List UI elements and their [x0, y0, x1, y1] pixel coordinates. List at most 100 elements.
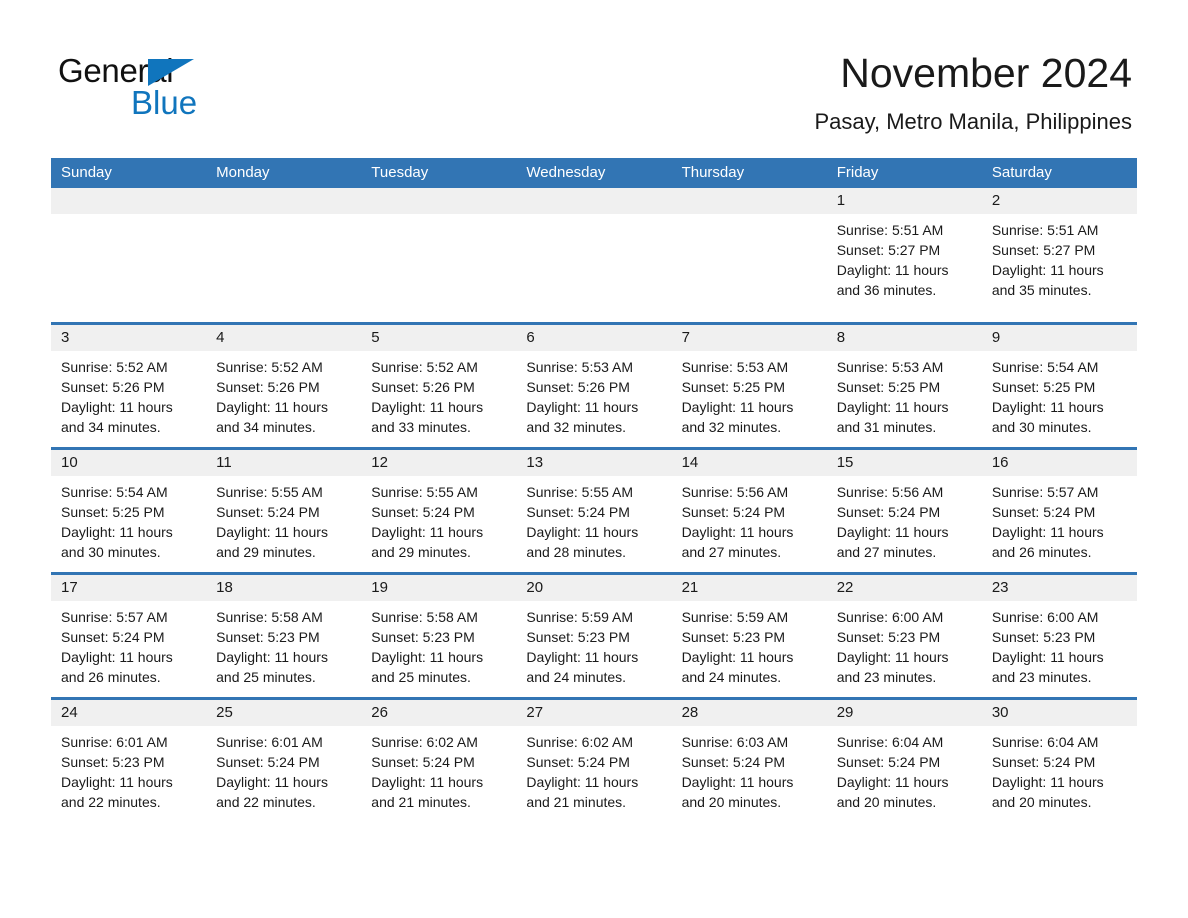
day-number: 2 — [981, 188, 1137, 214]
day-cell[interactable]: 25 Sunrise: 6:01 AM Sunset: 5:24 PM Dayligh… — [206, 700, 362, 822]
daylight-duration-line-2: and 23 minutes. — [991, 669, 1092, 685]
day-cell[interactable]: 1 Sunrise: 5:51 AM Sunset: 5:27 PM Daylight… — [826, 188, 982, 322]
day-number — [206, 188, 362, 214]
sunset-time: Sunset: 5:24 PM — [526, 504, 630, 520]
day-details: Sunrise: 5:58 AM Sunset: 5:23 PM Daylight:… — [206, 601, 361, 697]
day-cell[interactable]: 18 Sunrise: 5:58 AM Sunset: 5:23 PM Dayligh… — [206, 575, 362, 697]
daylight-duration-line-2: and 28 minutes. — [526, 544, 627, 560]
daylight-duration-line-2: and 30 minutes. — [991, 419, 1092, 435]
daylight-duration-line-1: Daylight: 11 hours — [991, 774, 1104, 790]
day-cell[interactable]: 12 Sunrise: 5:55 AM Sunset: 5:24 PM Dayligh… — [361, 450, 517, 572]
day-cell[interactable]: 13 Sunrise: 5:55 AM Sunset: 5:24 PM Dayligh… — [516, 450, 672, 572]
day-number — [516, 188, 672, 214]
day-number: 8 — [826, 325, 982, 351]
daylight-duration-line-1: Daylight: 11 hours — [681, 774, 794, 790]
daylight-duration-line-2: and 25 minutes. — [216, 669, 316, 685]
daylight-duration-line-2: and 20 minutes. — [836, 794, 937, 810]
day-details: Sunrise: 6:04 AM Sunset: 5:24 PM Daylight:… — [827, 726, 982, 822]
calendar-weeks: 1 Sunrise: 5:51 AM Sunset: 5:27 PM Daylight… — [51, 188, 1137, 822]
day-number: 9 — [981, 325, 1137, 351]
day-cell[interactable]: 17 Sunrise: 5:57 AM Sunset: 5:24 PM Dayligh… — [51, 575, 207, 697]
day-cell[interactable]: 10 Sunrise: 5:54 AM Sunset: 5:25 PM Dayligh… — [51, 450, 207, 572]
daylight-duration-line-1: Daylight: 11 hours — [991, 649, 1104, 665]
day-cell[interactable]: 3 Sunrise: 5:52 AM Sunset: 5:26 PM Daylight… — [51, 325, 207, 447]
day-cell[interactable]: 11 Sunrise: 5:55 AM Sunset: 5:24 PM Dayligh… — [206, 450, 362, 572]
day-cell[interactable]: 23 Sunrise: 6:00 AM Sunset: 5:23 PM Dayligh… — [981, 575, 1137, 697]
sunset-time: Sunset: 5:24 PM — [216, 504, 320, 520]
day-cell-empty — [51, 188, 207, 322]
sunset-time: Sunset: 5:26 PM — [371, 379, 475, 395]
location-subtitle: Pasay, Metro Manila, Philippines — [814, 109, 1132, 134]
day-cell[interactable]: 9 Sunrise: 5:54 AM Sunset: 5:25 PM Daylight… — [981, 325, 1137, 447]
daylight-duration-line-2: and 20 minutes. — [681, 794, 782, 810]
day-cell[interactable]: 24 Sunrise: 6:01 AM Sunset: 5:23 PM Dayligh… — [51, 700, 207, 822]
day-cell[interactable]: 20 Sunrise: 5:59 AM Sunset: 5:23 PM Dayligh… — [516, 575, 672, 697]
calendar-week-row: 1 Sunrise: 5:51 AM Sunset: 5:27 PM Daylight… — [51, 188, 1137, 322]
sunset-time: Sunset: 5:23 PM — [526, 629, 630, 645]
daylight-duration-line-1: Daylight: 11 hours — [61, 649, 173, 665]
sunrise-time: Sunrise: 5:55 AM — [526, 484, 634, 500]
daylight-duration-line-1: Daylight: 11 hours — [526, 649, 639, 665]
day-number: 27 — [516, 700, 672, 726]
daylight-duration-line-2: and 29 minutes. — [216, 544, 316, 560]
daylight-duration-line-1: Daylight: 11 hours — [836, 524, 949, 540]
day-cell[interactable]: 2 Sunrise: 5:51 AM Sunset: 5:27 PM Daylight… — [981, 188, 1137, 322]
daylight-duration-line-2: and 36 minutes. — [836, 282, 937, 298]
daylight-duration-line-1: Daylight: 11 hours — [836, 774, 949, 790]
day-cell[interactable]: 29 Sunrise: 6:04 AM Sunset: 5:24 PM Dayligh… — [826, 700, 982, 822]
day-cell[interactable]: 22 Sunrise: 6:00 AM Sunset: 5:23 PM Dayligh… — [826, 575, 982, 697]
general-blue-logo[interactable]: General Blue — [58, 52, 358, 122]
day-details: Sunrise: 5:55 AM Sunset: 5:24 PM Daylight:… — [361, 476, 516, 572]
day-number — [671, 188, 827, 214]
sunset-time: Sunset: 5:23 PM — [216, 629, 320, 645]
day-details: Sunrise: 5:54 AM Sunset: 5:25 PM Daylight:… — [51, 476, 206, 572]
daylight-duration-line-1: Daylight: 11 hours — [836, 399, 949, 415]
sunset-time: Sunset: 5:24 PM — [216, 754, 320, 770]
day-cell[interactable]: 26 Sunrise: 6:02 AM Sunset: 5:24 PM Dayligh… — [361, 700, 517, 822]
day-details: Sunrise: 5:51 AM Sunset: 5:27 PM Daylight:… — [982, 214, 1137, 322]
day-number: 28 — [671, 700, 827, 726]
day-number: 7 — [671, 325, 827, 351]
day-cell[interactable]: 7 Sunrise: 5:53 AM Sunset: 5:25 PM Daylight… — [671, 325, 827, 447]
sunset-time: Sunset: 5:24 PM — [836, 754, 941, 770]
daylight-duration-line-2: and 31 minutes. — [836, 419, 937, 435]
day-details: Sunrise: 6:02 AM Sunset: 5:24 PM Daylight:… — [361, 726, 516, 822]
sunrise-time: Sunrise: 5:54 AM — [61, 484, 168, 500]
day-cell[interactable]: 4 Sunrise: 5:52 AM Sunset: 5:26 PM Daylight… — [206, 325, 362, 447]
sunrise-time: Sunrise: 5:55 AM — [216, 484, 323, 500]
day-details: Sunrise: 6:00 AM Sunset: 5:23 PM Daylight:… — [982, 601, 1137, 697]
sunrise-time: Sunrise: 6:00 AM — [836, 609, 944, 625]
day-cell[interactable]: 8 Sunrise: 5:53 AM Sunset: 5:25 PM Daylight… — [826, 325, 982, 447]
day-details — [672, 214, 827, 322]
day-cell[interactable]: 27 Sunrise: 6:02 AM Sunset: 5:24 PM Dayligh… — [516, 700, 672, 822]
day-details: Sunrise: 5:52 AM Sunset: 5:26 PM Daylight:… — [206, 351, 361, 447]
day-cell[interactable]: 30 Sunrise: 6:04 AM Sunset: 5:24 PM Dayligh… — [981, 700, 1137, 822]
day-number: 17 — [51, 575, 207, 601]
daylight-duration-line-1: Daylight: 11 hours — [526, 399, 639, 415]
sunrise-time: Sunrise: 6:03 AM — [681, 734, 789, 750]
day-cell[interactable]: 19 Sunrise: 5:58 AM Sunset: 5:23 PM Dayligh… — [361, 575, 517, 697]
day-cell[interactable]: 21 Sunrise: 5:59 AM Sunset: 5:23 PM Dayligh… — [671, 575, 827, 697]
day-number: 24 — [51, 700, 207, 726]
calendar-week-row: 10 Sunrise: 5:54 AM Sunset: 5:25 PM Dayligh… — [51, 447, 1137, 572]
day-cell[interactable]: 6 Sunrise: 5:53 AM Sunset: 5:26 PM Daylight… — [516, 325, 672, 447]
calendar-page: General Blue November 2024 Pasay, Metro … — [0, 0, 1188, 918]
day-cell[interactable]: 14 Sunrise: 5:56 AM Sunset: 5:24 PM Dayligh… — [671, 450, 827, 572]
day-number: 26 — [361, 700, 517, 726]
day-details: Sunrise: 5:58 AM Sunset: 5:23 PM Daylight:… — [361, 601, 516, 697]
day-number: 5 — [361, 325, 517, 351]
day-number: 25 — [206, 700, 362, 726]
day-cell[interactable]: 5 Sunrise: 5:52 AM Sunset: 5:26 PM Daylight… — [361, 325, 517, 447]
daylight-duration-line-2: and 22 minutes. — [216, 794, 316, 810]
sunrise-time: Sunrise: 5:53 AM — [526, 359, 634, 375]
daylight-duration-line-2: and 27 minutes. — [836, 544, 937, 560]
day-cell[interactable]: 15 Sunrise: 5:56 AM Sunset: 5:24 PM Dayligh… — [826, 450, 982, 572]
sunset-time: Sunset: 5:25 PM — [61, 504, 165, 520]
daylight-duration-line-2: and 23 minutes. — [836, 669, 937, 685]
sunset-time: Sunset: 5:23 PM — [681, 629, 786, 645]
sunrise-time: Sunrise: 5:53 AM — [681, 359, 789, 375]
sunset-time: Sunset: 5:27 PM — [836, 242, 941, 258]
day-cell[interactable]: 16 Sunrise: 5:57 AM Sunset: 5:24 PM Dayligh… — [981, 450, 1137, 572]
sunrise-time: Sunrise: 5:59 AM — [526, 609, 634, 625]
day-cell[interactable]: 28 Sunrise: 6:03 AM Sunset: 5:24 PM Dayligh… — [671, 700, 827, 822]
